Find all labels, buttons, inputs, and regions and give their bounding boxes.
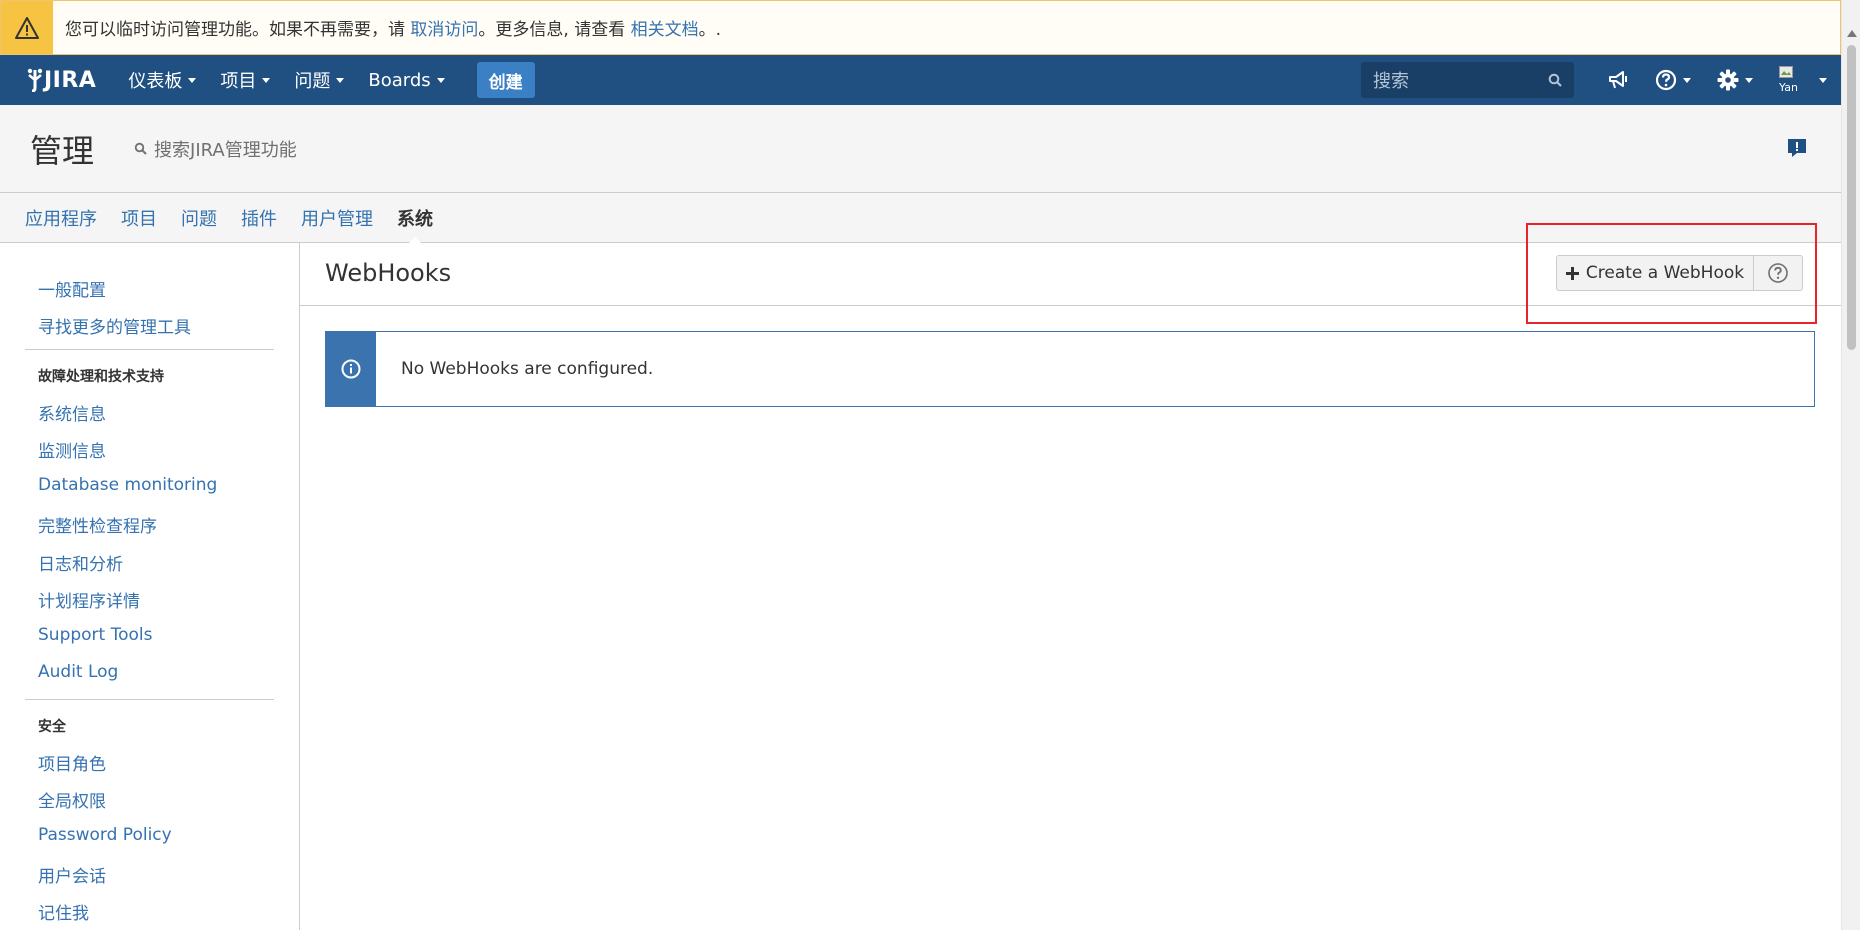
warning-icon <box>1 1 53 54</box>
tab-projects[interactable]: 项目 <box>109 193 169 243</box>
tab-addons[interactable]: 插件 <box>229 193 289 243</box>
nav-issues-label: 问题 <box>294 71 331 92</box>
nav-right-tools: 搜索 Yan <box>1361 55 1841 105</box>
chevron-down-icon <box>1819 77 1827 83</box>
avatar: Yan <box>1779 66 1807 94</box>
page-header: WebHooks Create a WebHook <box>300 223 1841 324</box>
sidebar-divider <box>25 349 274 350</box>
admin-settings-menu[interactable] <box>1717 69 1753 91</box>
revoke-access-link[interactable]: 取消访问 <box>410 20 478 40</box>
nav-dashboards-label: 仪表板 <box>128 71 183 92</box>
docs-link[interactable]: 相关文档 <box>631 20 699 40</box>
webhook-help-button[interactable] <box>1754 255 1803 291</box>
sidebar-item-logging-profiling[interactable]: 日志和分析 <box>38 550 123 575</box>
sidebar-item-general-config[interactable]: 一般配置 <box>38 276 106 301</box>
admin-sidebar: 一般配置 寻找更多的管理工具 故障处理和技术支持 系统信息 监测信息 Datab… <box>0 243 300 930</box>
admin-access-banner: 您可以临时访问管理功能。如果不再需要，请 取消访问。更多信息, 请查看 相关文档… <box>0 0 1841 55</box>
avatar-alt-text: Yan <box>1779 81 1798 94</box>
feedback-icon[interactable] <box>1787 138 1807 163</box>
sidebar-item-user-sessions[interactable]: 用户会话 <box>38 862 106 887</box>
user-profile-menu[interactable]: Yan <box>1779 66 1827 94</box>
quick-search-placeholder: 搜索 <box>1373 71 1409 92</box>
sidebar-item-audit-log[interactable]: Audit Log <box>38 662 118 682</box>
quick-search-input[interactable]: 搜索 <box>1361 62 1574 98</box>
broken-image-icon <box>1779 66 1793 78</box>
sidebar-item-password-policy[interactable]: Password Policy <box>38 825 172 845</box>
nav-projects-label: 项目 <box>220 71 257 92</box>
sidebar-divider <box>25 699 274 700</box>
jira-logo-text: JIRA <box>44 67 97 93</box>
jira-logo-icon <box>27 68 43 92</box>
chevron-down-icon <box>1745 77 1753 83</box>
nav-dashboards[interactable]: 仪表板 <box>116 67 208 93</box>
header-actions: Create a WebHook <box>1556 255 1803 291</box>
admin-header: 管理 搜索JIRA管理功能 <box>0 105 1841 193</box>
create-webhook-button[interactable]: Create a WebHook <box>1556 255 1754 291</box>
scroll-thumb[interactable] <box>1847 45 1856 350</box>
banner-text-before: 您可以临时访问管理功能。如果不再需要，请 <box>65 20 411 40</box>
sidebar-item-database-monitoring[interactable]: Database monitoring <box>38 475 217 495</box>
nav-boards[interactable]: Boards <box>356 70 456 91</box>
chevron-down-icon <box>336 77 345 83</box>
announcement-icon[interactable] <box>1607 70 1629 90</box>
banner-text: 您可以临时访问管理功能。如果不再需要，请 取消访问。更多信息, 请查看 相关文档… <box>53 15 721 40</box>
sidebar-item-remember-me[interactable]: 记住我 <box>38 899 89 924</box>
help-menu[interactable] <box>1655 69 1691 91</box>
info-message-text: No WebHooks are configured. <box>401 359 654 379</box>
chevron-down-icon <box>188 77 197 83</box>
sidebar-item-instrumentation[interactable]: 监测信息 <box>38 437 106 462</box>
sidebar-item-more-admin-tools[interactable]: 寻找更多的管理工具 <box>38 313 191 338</box>
create-issue-button[interactable]: 创建 <box>476 62 535 98</box>
chevron-down-icon <box>262 77 271 83</box>
plus-icon <box>1565 266 1579 280</box>
sidebar-item-scheduler-details[interactable]: 计划程序详情 <box>38 587 140 612</box>
search-icon <box>134 142 147 155</box>
search-icon <box>1548 73 1562 87</box>
tab-user-management[interactable]: 用户管理 <box>289 193 385 243</box>
page-title: 管理 <box>30 131 95 170</box>
sidebar-heading-troubleshooting: 故障处理和技术支持 <box>38 369 164 385</box>
chevron-down-icon <box>1683 77 1691 83</box>
tab-applications[interactable]: 应用程序 <box>13 193 109 243</box>
admin-search-placeholder: 搜索JIRA管理功能 <box>154 139 297 161</box>
sidebar-item-support-tools[interactable]: Support Tools <box>38 625 152 645</box>
main-content: WebHooks Create a WebHook No WebHooks ar… <box>300 223 1841 930</box>
top-navigation: JIRA 仪表板 项目 问题 Boards 创建 搜索 Yan <box>0 55 1841 105</box>
webhooks-title: WebHooks <box>325 259 452 287</box>
info-message: No WebHooks are configured. <box>325 331 1815 407</box>
help-icon <box>1655 69 1677 91</box>
sidebar-heading-security: 安全 <box>38 719 66 735</box>
banner-text-middle: 。更多信息, 请查看 <box>478 20 631 40</box>
chevron-down-icon <box>436 77 445 83</box>
info-icon <box>326 332 376 406</box>
sidebar-item-integrity-checker[interactable]: 完整性检查程序 <box>38 512 157 537</box>
tab-system[interactable]: 系统 <box>385 193 445 244</box>
sidebar-item-global-permissions[interactable]: 全局权限 <box>38 787 106 812</box>
sidebar-item-system-info[interactable]: 系统信息 <box>38 400 106 425</box>
admin-search-input[interactable]: 搜索JIRA管理功能 <box>134 136 297 162</box>
help-icon <box>1768 263 1788 283</box>
tab-issues[interactable]: 问题 <box>169 193 229 243</box>
nav-projects[interactable]: 项目 <box>208 67 282 93</box>
gear-icon <box>1717 69 1739 91</box>
jira-logo[interactable]: JIRA <box>26 68 96 93</box>
create-webhook-label: Create a WebHook <box>1585 263 1745 283</box>
scroll-up-icon[interactable] <box>1847 30 1857 37</box>
sidebar-item-project-roles[interactable]: 项目角色 <box>38 750 106 775</box>
nav-boards-label: Boards <box>368 69 431 91</box>
page-scrollbar[interactable] <box>1841 0 1860 930</box>
nav-issues[interactable]: 问题 <box>282 67 356 93</box>
banner-text-after: 。. <box>698 20 722 40</box>
